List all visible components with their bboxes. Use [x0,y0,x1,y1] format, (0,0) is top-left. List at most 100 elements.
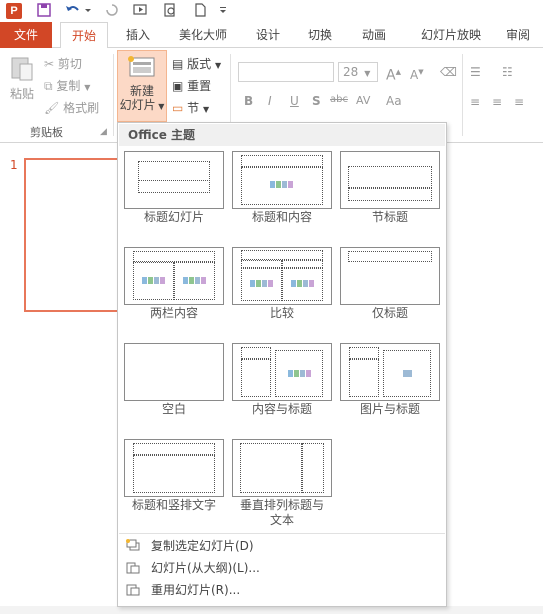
tab-animations[interactable]: 动画 [350,22,398,48]
text-shadow-button[interactable]: S [312,94,321,108]
undo-dropdown-icon[interactable] [84,2,102,20]
outline-icon [126,562,140,574]
layout-thumbnail [124,439,224,497]
bold-button[interactable]: B [244,94,253,108]
layout-blank[interactable]: 空白 [124,343,224,417]
layout-thumbnail [124,343,224,401]
tab-transitions[interactable]: 切换 [296,22,344,48]
chevron-down-icon: ▼ [203,105,210,114]
cut-button[interactable]: ✂ 剪切 [44,54,82,74]
align-center-icon[interactable]: ≡ [492,92,502,112]
bullets-icon[interactable]: ☰ [470,62,481,82]
new-document-icon[interactable] [192,2,210,20]
layout-comparison[interactable]: 比较 [232,247,332,321]
layout-thumbnail [124,151,224,209]
content-placeholder-icon [291,279,314,288]
chevron-down-icon: ▼ [215,61,222,70]
grow-font-button[interactable]: A▲ [386,62,401,84]
layout-button[interactable]: ▤ 版式 ▼ [172,54,221,74]
format-painter-label: 格式刷 [63,101,100,115]
tab-file[interactable]: 文件 [0,22,52,48]
layout-caption: 内容与标题 [251,402,312,416]
content-placeholder-icon [288,369,311,378]
paste-icon [11,57,33,81]
italic-button[interactable]: I [268,94,272,108]
brush-icon: 🖌 [44,101,60,115]
gallery-header: Office 主题 [119,124,445,146]
section-icon: ▭ [172,101,184,115]
ribbon-tabs: 文件 开始 插入 美化大师 设计 切换 动画 幻灯片放映 审阅 [0,22,543,49]
tab-beautify-master[interactable]: 美化大师 [170,22,236,48]
numbering-icon[interactable]: ☷ [502,62,513,82]
font-size-input[interactable]: 28 ▼ [338,62,378,82]
section-button[interactable]: ▭ 节 ▼ [172,98,209,118]
layout-thumbnail [340,151,440,209]
clipboard-group-label: 剪贴板 [30,126,63,139]
layout-picture-with-caption[interactable]: 图片与标题 [340,343,440,417]
layout-thumbnail [232,343,332,401]
layout-title-and-vertical-text[interactable]: 标题和竖排文字 [124,439,224,513]
layout-caption: 空白 [161,402,186,416]
tab-home[interactable]: 开始 [60,22,108,49]
duplicate-slide-icon [126,539,140,551]
reset-button[interactable]: ▣ 重置 [172,76,211,96]
layout-section-header[interactable]: 节标题 [340,151,440,225]
layout-content-with-caption[interactable]: 内容与标题 [232,343,332,417]
reuse-slides-icon [126,584,140,596]
layout-thumbnail [232,247,332,305]
slides-from-outline-menu-item[interactable]: 幻灯片(从大纲)(L)... [119,557,445,579]
shrink-font-button[interactable]: A▼ [410,62,424,82]
layout-title-only[interactable]: 仅标题 [340,247,440,321]
scissors-icon: ✂ [44,57,55,71]
save-icon[interactable] [36,2,54,20]
duplicate-slide-menu-item[interactable]: 复制选定幻灯片(D) [119,535,445,557]
change-case-button[interactable]: Aa [386,94,402,108]
content-placeholder-icon [270,180,293,189]
layout-title-and-content[interactable]: 标题和内容 [232,151,332,225]
redo-icon[interactable] [104,2,122,20]
clear-formatting-icon[interactable]: ⌫ [440,62,457,82]
layout-caption: 图片与标题 [359,402,420,416]
layout-thumbnail [340,343,440,401]
new-slide-button[interactable]: 新建 幻灯片 ▼ [117,50,167,122]
align-left-icon[interactable]: ≡ [470,92,480,112]
clipboard-launcher-icon[interactable]: ◢ [100,122,107,142]
paste-button[interactable]: 粘贴 [6,54,38,116]
duplicate-slide-label: 复制选定幻灯片(D) [151,539,254,553]
layout-title-slide[interactable]: 标题幻灯片 [124,151,224,225]
layout-caption: 标题幻灯片 [143,210,204,224]
tab-insert[interactable]: 插入 [114,22,162,48]
reuse-slides-menu-item[interactable]: 重用幻灯片(R)... [119,579,445,601]
customize-qat-icon[interactable] [218,2,236,20]
underline-button[interactable]: U [290,94,299,108]
tab-slideshow[interactable]: 幻灯片放映 [408,22,494,48]
layout-thumbnail [232,151,332,209]
layout-caption: 标题和内容 [251,210,312,224]
tab-design[interactable]: 设计 [244,22,292,48]
undo-icon[interactable] [64,2,82,20]
new-slide-gallery: Office 主题 标题幻灯片 标题和内容 节标题 两栏内容 比较 仅标题 空白… [117,122,447,607]
format-painter-button[interactable]: 🖌 格式刷 [44,98,99,118]
print-preview-icon[interactable] [162,2,180,20]
section-label: 节 [187,101,200,115]
status-bar [0,606,543,614]
new-slide-icon [128,56,155,77]
content-placeholder-icon [250,279,273,288]
layout-caption: 垂直排列标题与文本 [240,498,325,527]
tab-review[interactable]: 审阅 [498,22,538,48]
slide-thumbnail[interactable] [24,158,124,312]
layout-vertical-title-and-text[interactable]: 垂直排列标题与文本 [232,439,332,528]
character-spacing-button[interactable]: AV [356,94,370,107]
align-right-icon[interactable]: ≡ [514,92,524,112]
powerpoint-logo-icon: P [6,3,22,19]
chevron-down-icon: ▼ [84,83,91,92]
slides-from-outline-label: 幻灯片(从大纲)(L)... [151,561,260,575]
group-separator [113,54,114,136]
font-size-value: 28 [343,65,359,79]
layout-two-content[interactable]: 两栏内容 [124,247,224,321]
strikethrough-button[interactable]: abc [330,94,348,105]
copy-button[interactable]: ⧉ 复制 ▼ [44,76,90,96]
picture-placeholder-icon [403,369,413,378]
present-from-beginning-icon[interactable] [132,2,150,20]
font-name-input[interactable] [238,62,334,82]
